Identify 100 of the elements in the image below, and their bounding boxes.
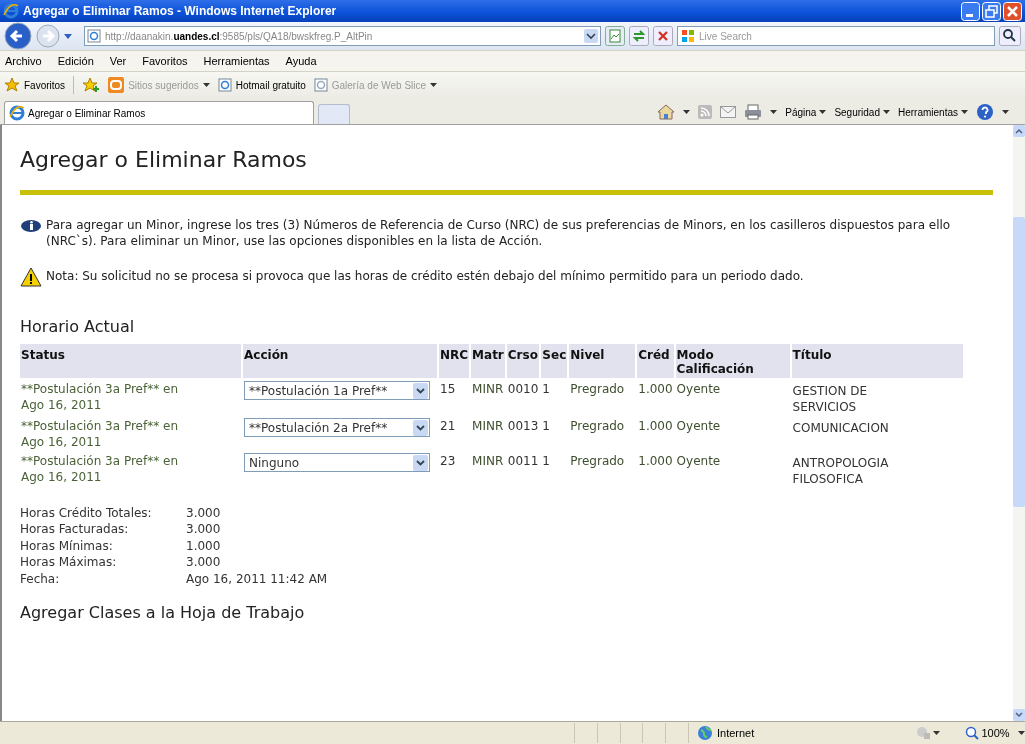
scrollbar[interactable] — [1013, 125, 1025, 721]
summary-label: Fecha: — [20, 570, 61, 588]
table-cell-text: **Postulación 3a Pref** en Ago 16, 2011 — [20, 418, 179, 450]
caret-icon — [202, 83, 210, 87]
table-cell-text: MINR — [471, 418, 505, 435]
add-favorite-icon[interactable] — [82, 77, 101, 93]
table-cell-text: Oyente — [675, 418, 722, 435]
minimize-icon[interactable] — [961, 1, 980, 21]
table-cell-text: Oyente — [675, 381, 722, 398]
command-menu[interactable]: Seguridad — [834, 106, 890, 118]
menu-item[interactable]: Herramientas — [203, 55, 270, 67]
caret-icon[interactable] — [64, 33, 72, 39]
summary-value: 3.000 — [186, 554, 222, 571]
caret-icon[interactable] — [770, 110, 778, 114]
action-dropdown[interactable]: **Postulación 2a Pref** — [244, 418, 430, 437]
zoom-icon — [964, 726, 979, 740]
summary-label: Horas Mínimas: — [20, 537, 114, 555]
page-icon — [87, 29, 101, 43]
dropdown-icon — [413, 419, 428, 436]
column-header: Acción — [243, 344, 437, 378]
table-cell-text: **Postulación 3a Pref** en Ago 16, 2011 — [20, 381, 179, 414]
caret-icon[interactable] — [683, 110, 691, 114]
print-icon[interactable] — [744, 104, 763, 120]
search-box[interactable]: Live Search — [677, 26, 995, 46]
home-icon[interactable] — [657, 104, 676, 120]
table-cell-text: COMUNICACION — [791, 420, 890, 437]
search-icon[interactable] — [999, 26, 1021, 46]
section-title: Agregar Clases a la Hoja de Trabajo — [20, 603, 306, 623]
globe-icon — [697, 725, 713, 741]
note-text: Nota: Su solicitud no se procesa si provoca que las horas de crédito estén debajo del mínimo permitido para un periodo dado. — [46, 268, 804, 284]
table-cell-text: 1.000 — [637, 381, 674, 398]
table-cell-text: MINR — [471, 381, 505, 398]
scroll-up-icon[interactable] — [1013, 125, 1025, 137]
table-cell-text: 1 — [541, 381, 551, 398]
action-dropdown[interactable]: Ninguno — [244, 453, 430, 472]
stop-icon[interactable] — [653, 26, 674, 46]
menu-item[interactable]: Ver — [109, 55, 127, 67]
refresh-icon[interactable] — [629, 26, 650, 46]
table-cell-text: 23 — [439, 453, 457, 470]
compatibility-icon[interactable] — [605, 26, 626, 46]
table-cell-text: 1 — [541, 453, 551, 470]
caret-icon — [882, 110, 890, 114]
menu-item[interactable]: Favoritos — [142, 55, 188, 67]
help-icon[interactable] — [976, 103, 994, 121]
menu-item[interactable]: Edición — [57, 55, 94, 67]
table-cell-text: 15 — [439, 381, 457, 398]
column-header: Sec — [541, 344, 568, 378]
info-text: Para agregar un Minor, ingrese los tres (3) Números de Referencia de Curso (NRC) de sus preferencias de Minors, en los casilleros dispuestos para ello (NRC`s). Para eliminar un Minor, use las opciones disponibles en la lista de Acción. — [46, 217, 952, 249]
menu-item[interactable]: Ayuda — [285, 55, 317, 67]
info-icon — [20, 219, 42, 233]
favorite-link[interactable]: Hotmail gratuito — [217, 78, 306, 92]
caret-icon[interactable] — [1002, 110, 1009, 114]
warning-icon — [20, 267, 42, 287]
section-title: Horario Actual — [20, 317, 136, 336]
address-field[interactable]: http://daanakin.uandes.cl:9585/pls/QA18/bwskfreg.P_AltPin — [84, 26, 602, 46]
caret-icon — [819, 110, 827, 114]
table-cell-text: 0011 — [506, 453, 540, 470]
scroll-down-icon[interactable] — [1013, 709, 1025, 721]
menu-item[interactable]: Archivo — [5, 55, 42, 67]
table-cell-text: Pregrado — [569, 418, 626, 435]
restore-icon[interactable] — [982, 1, 1001, 21]
window-title: Agregar o Eliminar Ramos - Windows Internet Explorer — [23, 4, 338, 18]
column-header: Crso — [506, 344, 540, 378]
table-cell-text: 21 — [439, 418, 457, 435]
zoom-control[interactable]: 100% — [964, 726, 1018, 740]
caret-icon — [961, 110, 968, 114]
table-cell-text: 0013 — [506, 418, 540, 435]
column-header: Título — [791, 344, 963, 378]
table-cell-text: 1.000 — [637, 418, 674, 435]
dropdown-icon[interactable] — [584, 29, 599, 43]
table-cell-text: 1.000 — [637, 453, 674, 470]
browser-tab[interactable]: Agregar o Eliminar Ramos — [4, 101, 314, 124]
favorites-button[interactable]: Favoritos — [4, 77, 66, 93]
url-text: http://daanakin.uandes.cl:9585/pls/QA18/bwskfreg.P_AltPin — [105, 30, 374, 42]
browser-logo-icon — [3, 3, 19, 19]
summary-label: Horas Facturadas: — [20, 521, 130, 538]
summary-value: 1.000 — [186, 537, 222, 555]
back-icon[interactable] — [4, 22, 32, 50]
caret-icon[interactable] — [932, 731, 940, 735]
command-menu[interactable]: Herramientas — [897, 106, 968, 118]
table-cell-text: 0010 — [506, 381, 540, 398]
dropdown-icon — [413, 382, 428, 399]
feed-icon — [108, 77, 125, 93]
page-title: Agregar o Eliminar Ramos — [20, 147, 308, 172]
summary-value: Ago 16, 2011 11:42 AM — [186, 570, 329, 588]
column-header: Matr — [471, 344, 505, 378]
page-icon — [217, 78, 232, 92]
table-cell-text: Pregrado — [569, 453, 626, 470]
close-icon[interactable] — [1003, 1, 1022, 21]
column-header: Status — [20, 344, 241, 378]
table-cell-text: Oyente — [675, 453, 722, 470]
scroll-thumb[interactable] — [1013, 217, 1025, 507]
summary-label: Horas Máximas: — [20, 554, 118, 571]
action-dropdown[interactable]: **Postulación 1a Pref** — [244, 381, 430, 400]
command-menu[interactable]: Página — [785, 106, 827, 118]
caret-icon[interactable] — [1018, 731, 1025, 735]
browser-logo-icon — [9, 105, 25, 121]
table-cell-text: Pregrado — [569, 381, 626, 398]
page-icon — [313, 78, 328, 92]
mail-icon[interactable] — [720, 106, 737, 118]
